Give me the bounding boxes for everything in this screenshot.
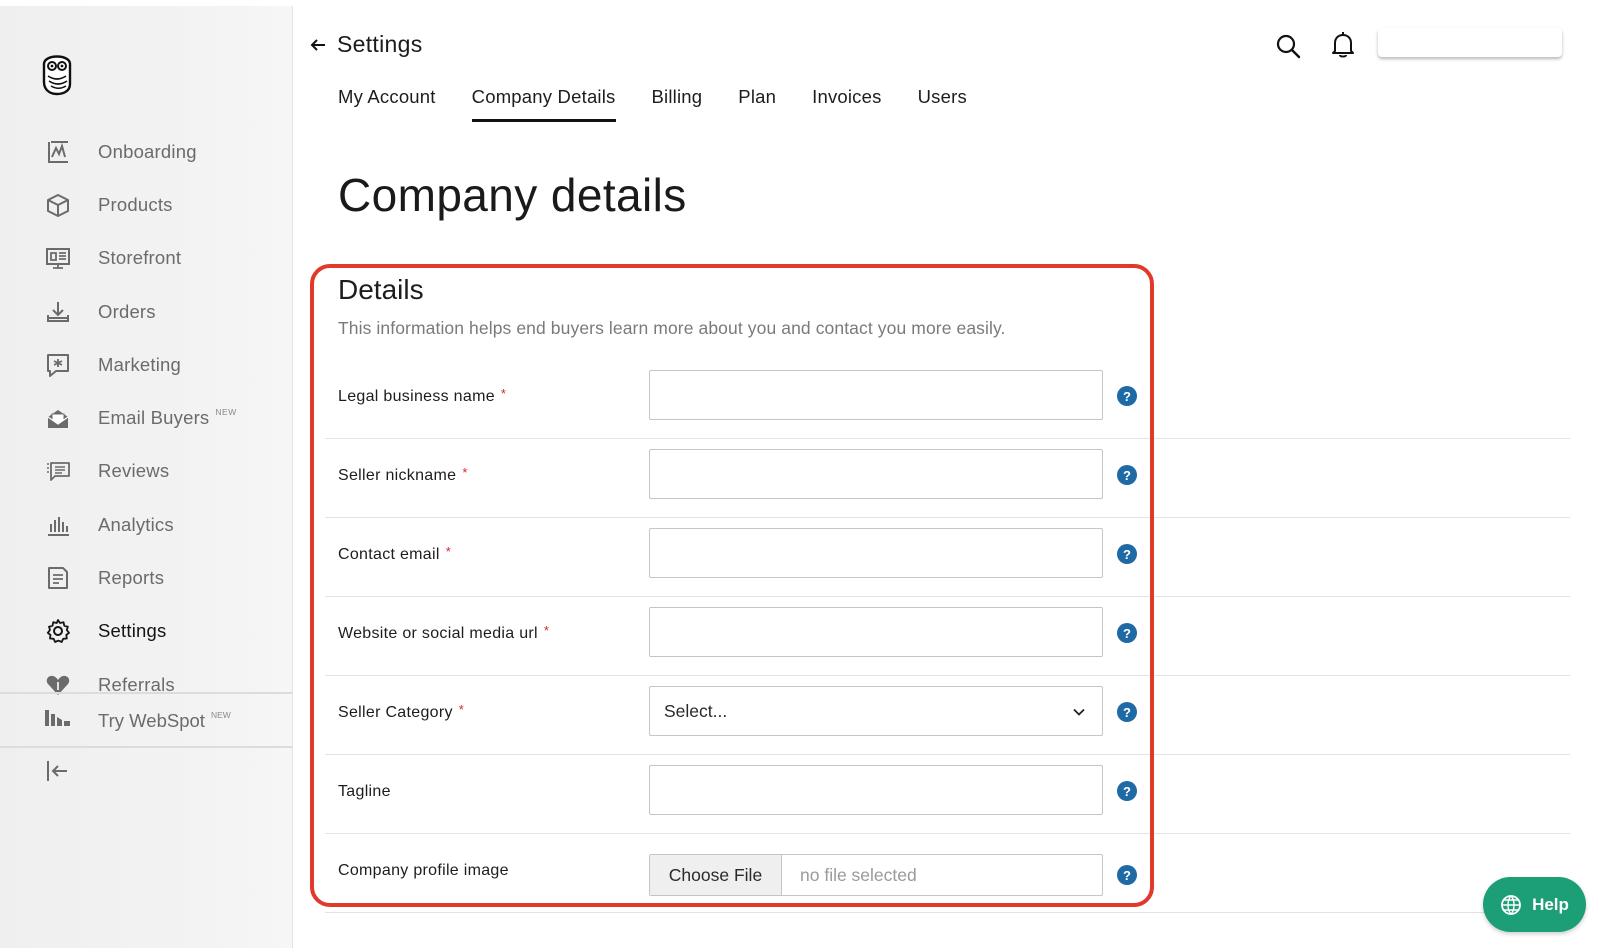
sidebar-item-label: Onboarding [98,140,197,162]
logout-icon [44,758,70,789]
help-icon[interactable]: ? [1117,544,1137,564]
sidebar-item-label: Reviews [98,460,170,482]
help-button[interactable]: Help [1483,877,1586,932]
box-icon [44,191,72,219]
field-label: Legal business name * [338,386,507,405]
new-badge: NEW [210,709,231,720]
sidebar-item-reports[interactable]: Reports [0,551,293,604]
website-url-input[interactable] [649,607,1103,657]
sidebar-item-label: Reports [98,567,165,589]
help-icon[interactable]: ? [1117,623,1137,643]
report-icon [44,564,72,592]
field-label: Company profile image [338,862,509,879]
form-row-website-url: Website or social media url * ? [325,597,1570,676]
required-marker: * [445,544,452,559]
tab-plan[interactable]: Plan [738,86,776,122]
header-title: Settings [337,31,423,57]
field-label: Seller nickname * [338,465,468,484]
onboarding-icon [44,138,72,166]
choose-file-button[interactable]: Choose File [650,855,782,895]
sidebar-item-settings[interactable]: Settings [0,605,293,658]
download-tray-icon [44,298,72,326]
sidebar-item-email-buyers[interactable]: Email Buyers NEW [0,391,293,444]
search-icon[interactable] [1275,33,1301,59]
seller-nickname-input[interactable] [649,449,1103,499]
reviews-icon [44,457,72,485]
sidebar-item-label: Settings [98,620,167,642]
sidebar-item-label: Try WebSpot [98,709,205,731]
storefront-icon [44,244,72,272]
form-row-tagline: Tagline ? [325,755,1570,834]
gear-icon [44,617,72,645]
sidebar-item-label: Analytics [98,513,174,535]
section-title: Details [338,274,424,305]
owl-logo-icon[interactable] [40,50,74,96]
tagline-input[interactable] [649,765,1103,815]
tab-company-details[interactable]: Company Details [471,86,616,122]
sidebar-item-orders[interactable]: Orders [0,285,293,338]
sidebar-item-storefront[interactable]: Storefront [0,232,293,285]
row-divider [325,912,1570,913]
form-row-company-profile-image: Company profile image Choose File no fil… [325,834,1570,913]
tab-billing[interactable]: Billing [652,86,703,122]
help-icon[interactable]: ? [1117,865,1137,885]
help-button-label: Help [1532,894,1569,914]
legal-business-name-input[interactable] [649,370,1103,420]
sidebar-item-label: Orders [98,300,156,322]
sidebar-item-reviews[interactable]: Reviews [0,445,293,498]
page-title: Company details [338,169,687,221]
sidebar-item-analytics[interactable]: Analytics [0,498,293,551]
required-marker: * [543,623,550,638]
bar-chart-icon [44,511,72,539]
sidebar-item-label: Marketing [98,353,182,375]
form-row-contact-email: Contact email * ? [325,518,1570,597]
sidebar-item-marketing[interactable]: Marketing [0,338,293,391]
select-value: Select... [664,700,728,721]
new-badge: NEW [215,407,237,418]
seller-category-select[interactable]: Select... [649,686,1103,736]
required-marker: * [458,702,465,717]
back-arrow-icon[interactable] [309,36,327,54]
sidebar-item-try-webspot[interactable]: Try WebSpot NEW [0,694,293,747]
help-icon[interactable]: ? [1117,465,1137,485]
sidebar-item-products[interactable]: Products [0,178,293,231]
tab-invoices[interactable]: Invoices [812,86,881,122]
required-marker: * [462,465,468,480]
sidebar-item-label: Products [98,193,173,215]
company-profile-image-file-input: Choose File no file selected [649,854,1103,896]
user-menu[interactable] [1378,28,1562,57]
bell-icon[interactable] [1330,31,1356,59]
form-row-legal-business-name: Legal business name * ? [325,360,1570,439]
sidebar-item-label: Storefront [98,247,182,269]
help-icon[interactable]: ? [1117,702,1137,722]
sidebar: Onboarding Products Storefront Orders Ma… [0,6,293,948]
form-row-seller-nickname: Seller nickname * ? [325,439,1570,518]
tab-my-account[interactable]: My Account [338,86,436,122]
field-label: Contact email * [338,544,452,563]
required-marker: * [500,386,507,401]
field-label: Seller Category * [338,702,465,721]
globe-icon [1501,894,1521,915]
tab-users[interactable]: Users [918,86,967,122]
field-label: Website or social media url * [338,623,550,642]
settings-tabs: My Account Company Details Billing Plan … [338,86,1003,122]
sidebar-nav: Onboarding Products Storefront Orders Ma… [0,125,293,711]
sidebar-item-onboarding[interactable]: Onboarding [0,125,293,178]
contact-email-input[interactable] [649,528,1103,578]
webspot-logo-icon [44,708,72,733]
marketing-icon [44,351,72,379]
sidebar-item-label: Email Buyers [98,407,210,429]
help-icon[interactable]: ? [1117,781,1137,801]
section-description: This information helps end buyers learn … [338,318,1006,338]
logout-button[interactable] [0,747,293,800]
help-icon[interactable]: ? [1117,386,1137,406]
form-row-seller-category: Seller Category * Select... ? [325,676,1570,755]
field-label: Tagline [338,783,391,800]
file-status: no file selected [800,864,917,885]
envelope-icon [44,404,72,432]
chevron-down-icon [1073,708,1085,716]
